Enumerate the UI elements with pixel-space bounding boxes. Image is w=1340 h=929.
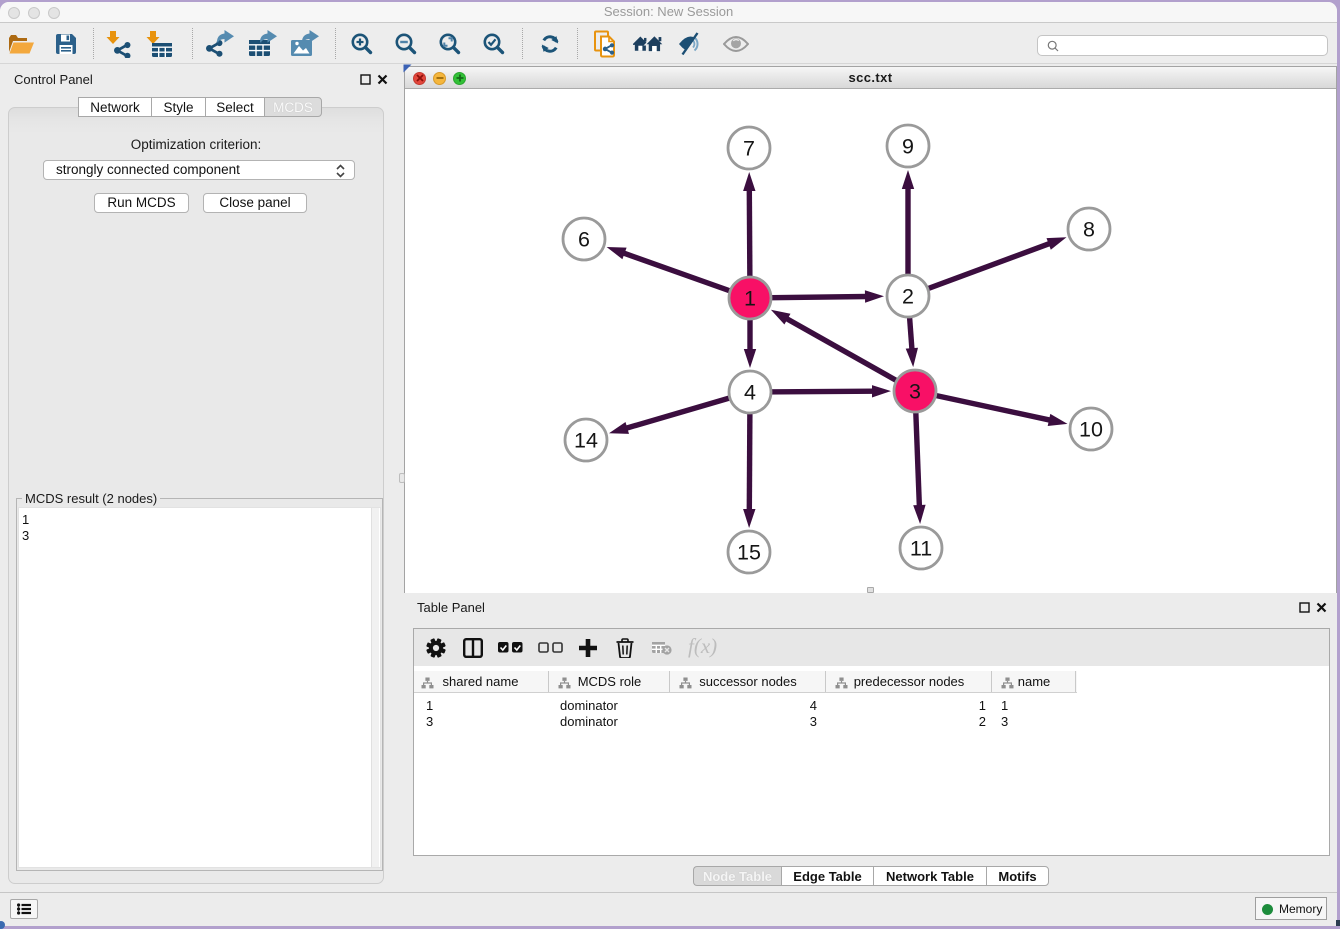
svg-text:1: 1 bbox=[744, 287, 756, 311]
svg-text:3: 3 bbox=[909, 380, 921, 404]
svg-text:14: 14 bbox=[574, 429, 598, 453]
svg-text:4: 4 bbox=[744, 381, 756, 405]
svg-text:7: 7 bbox=[743, 137, 755, 161]
svg-text:15: 15 bbox=[737, 541, 761, 565]
svg-text:8: 8 bbox=[1083, 218, 1095, 242]
svg-text:11: 11 bbox=[910, 537, 932, 561]
svg-text:9: 9 bbox=[902, 135, 914, 159]
svg-text:2: 2 bbox=[902, 285, 914, 309]
svg-text:10: 10 bbox=[1079, 418, 1103, 442]
svg-text:6: 6 bbox=[578, 228, 590, 252]
